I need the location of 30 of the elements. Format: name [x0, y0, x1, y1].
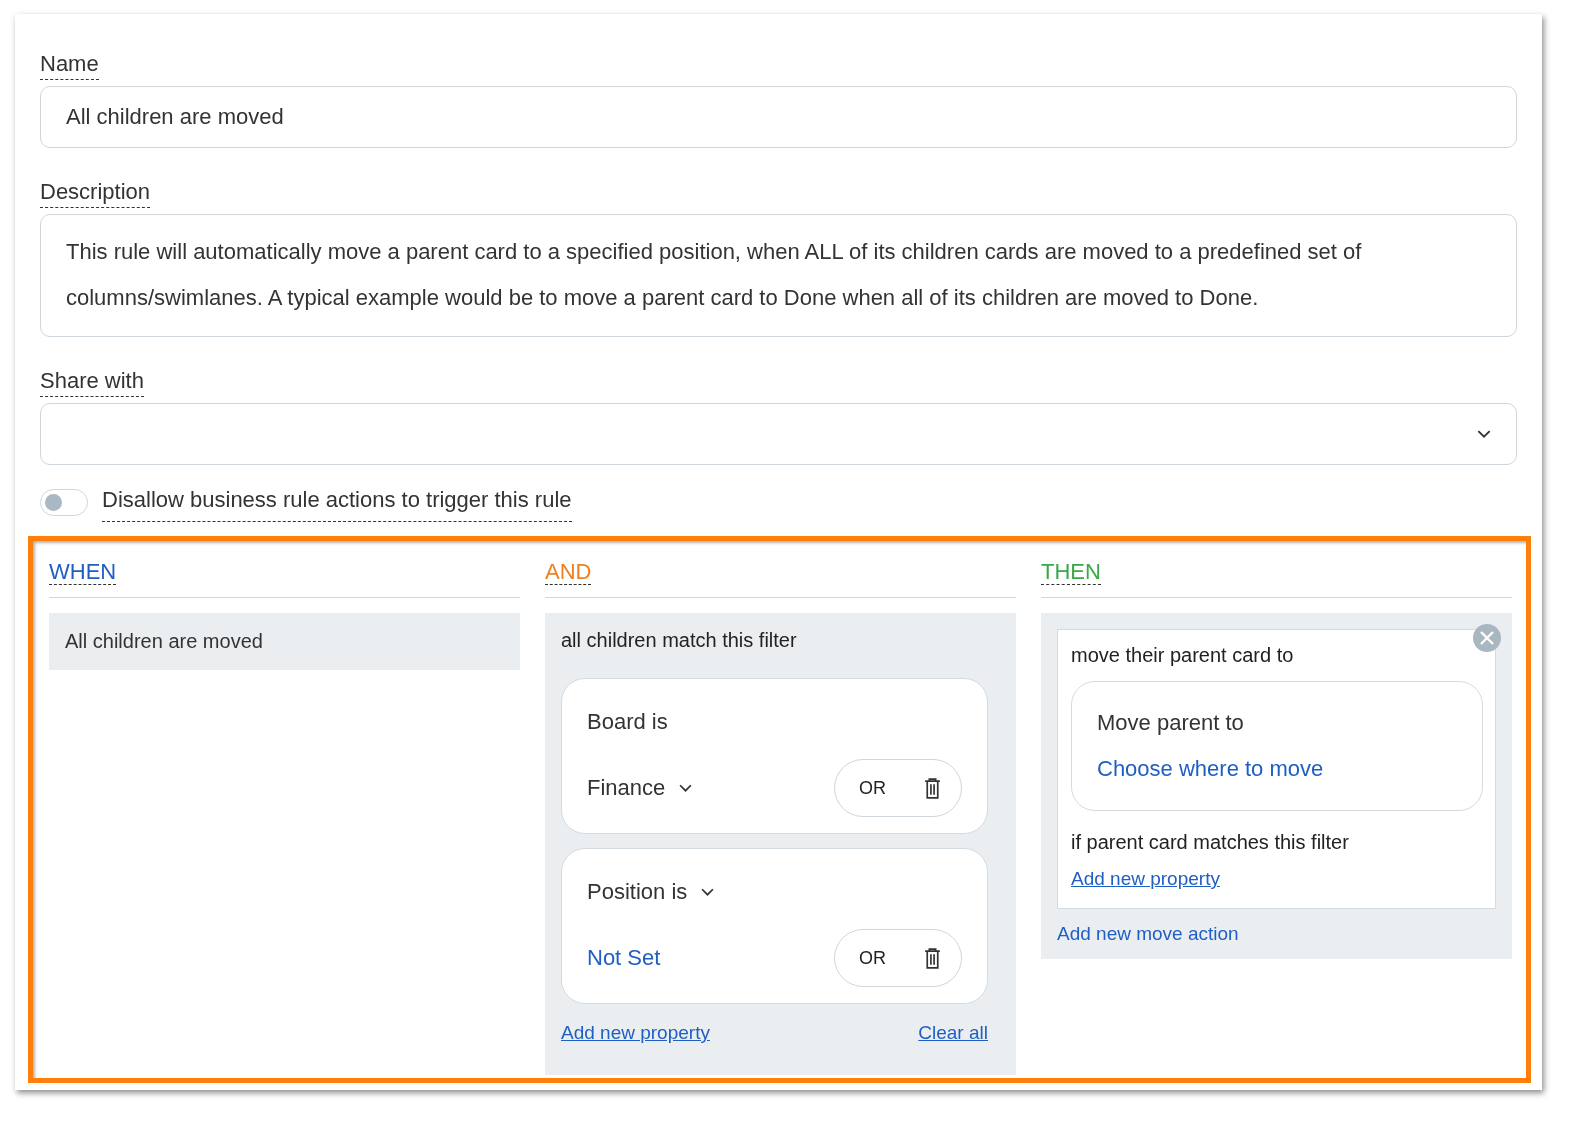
or-button[interactable]: OR: [859, 947, 886, 969]
section-heading: WHEN: [49, 559, 117, 585]
chevron-down-icon[interactable]: [701, 887, 715, 897]
action-title: move their parent card to: [1071, 644, 1295, 667]
name-field[interactable]: All children are moved: [40, 86, 1517, 148]
filter-title: if parent card matches this filter: [1071, 831, 1350, 854]
trigger-item[interactable]: All children are moved: [49, 613, 520, 670]
section-heading: THEN: [1041, 559, 1101, 585]
target-label: Move parent to: [1097, 710, 1245, 736]
field-label: Description: [40, 179, 151, 208]
chevron-down-icon: [1477, 429, 1491, 439]
description-field[interactable]: This rule will automatically move a parent card to a specified position, when ALL of its children cards are moved to a predefined set of columns/swimlanes. A typical example would be to move a parent card to Done when all of its children are moved to Done.: [40, 214, 1517, 337]
condition-label[interactable]: Position is: [587, 879, 688, 905]
field-label: Name: [40, 51, 99, 80]
field-label: Share with: [40, 368, 144, 397]
add-property-link[interactable]: Add new property: [1071, 868, 1220, 889]
filter-title: all children match this filter: [561, 629, 798, 652]
trash-icon[interactable]: [924, 947, 941, 969]
condition-label: Board is: [587, 709, 668, 735]
trash-icon[interactable]: [924, 777, 941, 799]
target-value[interactable]: Choose where to move: [1097, 756, 1457, 782]
chevron-down-icon[interactable]: [679, 783, 693, 793]
condition-value[interactable]: Finance: [587, 775, 666, 801]
add-action-link[interactable]: Add new move action: [1057, 923, 1239, 945]
add-property-link[interactable]: Add new property: [561, 1022, 710, 1044]
clear-all-link[interactable]: Clear all: [918, 1022, 988, 1044]
or-button[interactable]: OR: [859, 777, 886, 799]
condition-value[interactable]: Not Set: [587, 945, 661, 971]
section-heading: AND: [545, 559, 592, 585]
toggle-label: Disallow business rule actions to trigger this rule: [102, 487, 572, 522]
